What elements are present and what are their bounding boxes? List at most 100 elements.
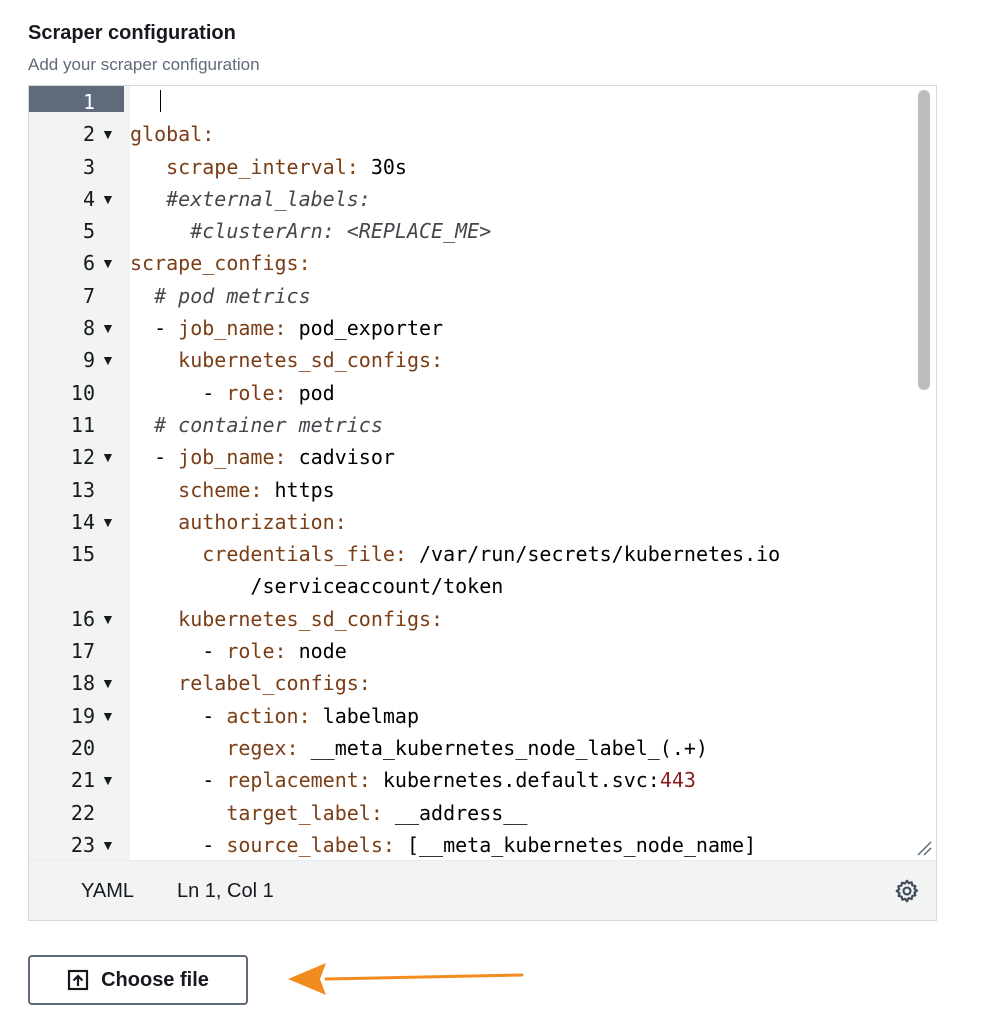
- code-line[interactable]: /serviceaccount/token: [29, 570, 936, 602]
- choose-file-label: Choose file: [101, 968, 209, 991]
- code-text: authorization:: [130, 506, 347, 538]
- editor-status-bar: YAML Ln 1, Col 1: [29, 860, 936, 920]
- fold-toggle-icon[interactable]: ▼: [101, 700, 115, 732]
- code-line[interactable]: 22 target_label: __address__: [29, 797, 936, 829]
- code-text: - role: pod: [130, 377, 334, 409]
- code-text: kubernetes_sd_configs:: [130, 603, 443, 635]
- code-line[interactable]: 13 scheme: https: [29, 474, 936, 506]
- code-text: - role: node: [130, 635, 347, 667]
- code-token: target_label:: [226, 800, 383, 825]
- gear-icon[interactable]: [894, 878, 920, 904]
- code-line[interactable]: 2 ▼ global:: [29, 118, 936, 150]
- code-line[interactable]: 6 ▼ scrape_configs:: [29, 247, 936, 279]
- code-token: node: [286, 639, 347, 664]
- code-text: #external_labels:: [130, 183, 371, 215]
- vertical-scrollbar[interactable]: [918, 90, 930, 390]
- fold-toggle-icon[interactable]: ▼: [101, 118, 115, 150]
- code-line[interactable]: 21 ▼ - replacement: kubernetes.default.sv…: [29, 764, 936, 796]
- code-token: pod_exporter: [286, 316, 444, 341]
- code-line[interactable]: 19 ▼ - action: labelmap: [29, 700, 936, 732]
- code-line[interactable]: 7 # pod metrics: [29, 280, 936, 312]
- fold-toggle-icon[interactable]: ▼: [101, 603, 115, 635]
- code-token: -: [130, 445, 179, 470]
- fold-toggle-icon[interactable]: ▼: [101, 829, 115, 860]
- code-token: credentials_file:: [202, 542, 407, 567]
- code-text: # pod metrics: [130, 280, 311, 312]
- code-line[interactable]: 12 ▼ - job_name: cadvisor: [29, 441, 936, 473]
- field-description: Add your scraper configuration: [28, 55, 260, 74]
- code-token: [__meta_kubernetes_node_name]: [394, 832, 757, 857]
- fold-toggle-icon[interactable]: ▼: [101, 764, 115, 796]
- editor-code-area[interactable]: 1 2 ▼ global: 3 scrape_interval: 30s 4 ▼ #exte…: [29, 86, 936, 860]
- fold-toggle-icon[interactable]: ▼: [101, 506, 115, 538]
- fold-toggle-icon[interactable]: ▼: [101, 441, 115, 473]
- fold-toggle-icon[interactable]: ▼: [101, 183, 115, 215]
- code-line[interactable]: 9 ▼ kubernetes_sd_configs:: [29, 344, 936, 376]
- code-line[interactable]: 11 # container metrics: [29, 409, 936, 441]
- fold-toggle-icon[interactable]: ▼: [101, 667, 115, 699]
- code-line[interactable]: 15 credentials_file: /var/run/secrets/ku…: [29, 538, 936, 570]
- annotation-arrow-icon: [288, 963, 524, 995]
- code-text: credentials_file: /var/run/secrets/kuber…: [130, 538, 780, 570]
- editor-lines: 1 2 ▼ global: 3 scrape_interval: 30s 4 ▼ #exte…: [29, 86, 936, 860]
- code-text: - job_name: cadvisor: [130, 441, 395, 473]
- code-line[interactable]: 8 ▼ - job_name: pod_exporter: [29, 312, 936, 344]
- fold-toggle-icon[interactable]: ▼: [101, 312, 115, 344]
- choose-file-button[interactable]: Choose file: [28, 955, 248, 1005]
- fold-toggle-icon[interactable]: ▼: [101, 247, 115, 279]
- code-token: __meta_kubernetes_node_label_(.+): [298, 735, 708, 760]
- code-token: # pod metrics: [154, 283, 311, 308]
- line-number: 7: [82, 283, 95, 308]
- code-text: scrape_configs:: [130, 247, 311, 279]
- code-line[interactable]: 1: [29, 86, 936, 118]
- code-line[interactable]: 3 scrape_interval: 30s: [29, 151, 936, 183]
- line-number: 5: [82, 219, 95, 244]
- line-number: 21: [70, 768, 95, 793]
- code-editor[interactable]: 1 2 ▼ global: 3 scrape_interval: 30s 4 ▼ #exte…: [28, 85, 937, 921]
- code-token: kubernetes.default.svc:: [370, 768, 660, 793]
- code-line[interactable]: 4 ▼ #external_labels:: [29, 183, 936, 215]
- code-text: relabel_configs:: [130, 667, 371, 699]
- line-number: 1: [82, 90, 95, 114]
- code-text: - source_labels: [__meta_kubernetes_node…: [130, 829, 756, 860]
- line-number: 13: [70, 477, 95, 502]
- code-token: scheme:: [178, 477, 263, 502]
- resize-handle-icon[interactable]: [914, 838, 932, 856]
- line-number: 9: [82, 348, 95, 373]
- code-token: 30s: [358, 154, 407, 179]
- code-text: kubernetes_sd_configs:: [130, 344, 443, 376]
- code-token: global:: [130, 122, 215, 147]
- line-number: 19: [70, 703, 95, 728]
- code-line[interactable]: 5 #clusterArn: <REPLACE_ME>: [29, 215, 936, 247]
- code-line[interactable]: 17 - role: node: [29, 635, 936, 667]
- code-token: -: [130, 380, 227, 405]
- line-number: 4: [82, 186, 95, 211]
- code-token: job_name:: [178, 445, 287, 470]
- code-token: -: [130, 703, 227, 728]
- line-number: 11: [70, 412, 95, 437]
- code-token: scrape_configs:: [130, 251, 311, 276]
- code-line[interactable]: 10 - role: pod: [29, 377, 936, 409]
- line-number: 18: [70, 671, 95, 696]
- code-line[interactable]: 20 regex: __meta_kubernetes_node_label_(…: [29, 732, 936, 764]
- code-line[interactable]: 14 ▼ authorization:: [29, 506, 936, 538]
- language-indicator: YAML: [81, 880, 134, 902]
- line-number: 3: [82, 154, 95, 179]
- text-cursor: [160, 90, 161, 112]
- code-token: authorization:: [178, 509, 347, 534]
- code-token: relabel_configs:: [178, 671, 371, 696]
- fold-toggle-icon[interactable]: ▼: [101, 344, 115, 376]
- code-line[interactable]: 18 ▼ relabel_configs:: [29, 667, 936, 699]
- code-line[interactable]: 23 ▼ - source_labels: [__meta_kubernetes_…: [29, 829, 936, 860]
- code-line[interactable]: 16 ▼ kubernetes_sd_configs:: [29, 603, 936, 635]
- code-token: /var/run/secrets/kubernetes.io: [406, 542, 781, 567]
- code-token: #clusterArn: <REPLACE_ME>: [190, 219, 492, 244]
